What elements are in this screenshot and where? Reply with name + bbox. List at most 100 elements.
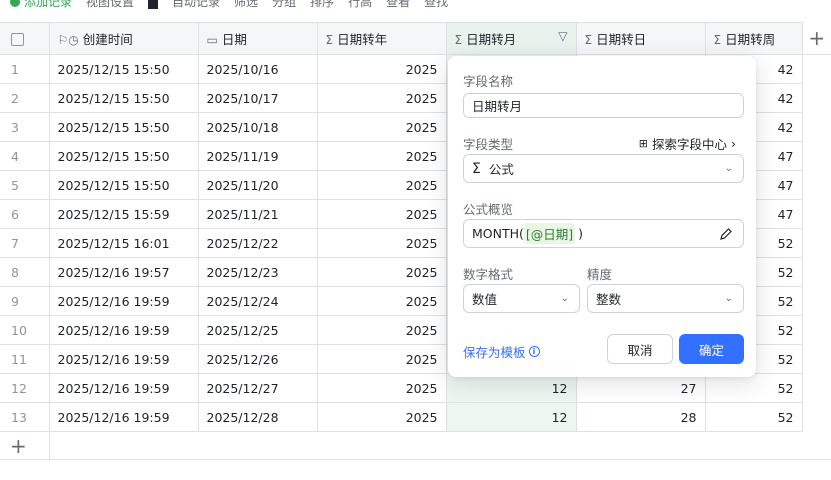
cell-created[interactable]: 2025/12/15 15:50 bbox=[49, 112, 199, 142]
grid-icon: ⊞ bbox=[638, 137, 648, 150]
precision-label: 精度 bbox=[587, 267, 613, 282]
cell-idx[interactable]: 1 bbox=[0, 54, 50, 84]
precision-select[interactable]: 整数 ⌄ bbox=[587, 284, 744, 313]
cell-idx[interactable]: 5 bbox=[0, 170, 50, 200]
cell-idx[interactable]: 2 bbox=[0, 83, 50, 113]
cancel-button[interactable]: 取消 bbox=[607, 334, 673, 364]
chevron-down-icon: ⌄ bbox=[560, 293, 569, 304]
cell-idx[interactable]: 13 bbox=[0, 402, 50, 432]
cell-created[interactable]: 2025/12/15 15:50 bbox=[49, 170, 199, 200]
add-column-button[interactable]: + bbox=[802, 22, 831, 55]
column-header-year[interactable]: Σ 日期转年 bbox=[317, 22, 447, 55]
table-row[interactable]: 12 2025/12/16 19:59 2025/12/27 2025 12 27 52 bbox=[0, 373, 831, 403]
cell-date[interactable]: 2025/12/25 bbox=[198, 315, 318, 345]
cell-year[interactable]: 2025 bbox=[317, 170, 447, 200]
cell-date[interactable]: 2025/12/27 bbox=[198, 373, 318, 403]
cell-year[interactable]: 2025 bbox=[317, 257, 447, 287]
cell-idx[interactable]: 6 bbox=[0, 199, 50, 229]
toolbar-search[interactable]: 查找 bbox=[424, 0, 448, 10]
divider bbox=[49, 432, 50, 460]
cell-created[interactable]: 2025/12/16 19:59 bbox=[49, 402, 199, 432]
row-spacer bbox=[802, 287, 831, 316]
cell-date[interactable]: 2025/10/17 bbox=[198, 83, 318, 113]
cell-date[interactable]: 2025/12/23 bbox=[198, 257, 318, 287]
cell-date[interactable]: 2025/12/28 bbox=[198, 402, 318, 432]
toolbar-row-height[interactable]: 行高 bbox=[348, 0, 372, 10]
cell-year[interactable]: 2025 bbox=[317, 315, 447, 345]
cell-date[interactable]: 2025/11/20 bbox=[198, 170, 318, 200]
cell-date[interactable]: 2025/10/18 bbox=[198, 112, 318, 142]
cell-date[interactable]: 2025/12/26 bbox=[198, 344, 318, 374]
field-name-input[interactable]: 日期转月 bbox=[463, 93, 744, 118]
cell-day[interactable]: 27 bbox=[576, 373, 706, 403]
toolbar-group[interactable]: 分组 bbox=[272, 0, 296, 10]
cell-idx[interactable]: 8 bbox=[0, 257, 50, 287]
cell-idx[interactable]: 12 bbox=[0, 373, 50, 403]
column-header-created-time[interactable]: ⚐◷ 创建时间 bbox=[49, 22, 199, 55]
cell-idx[interactable]: 11 bbox=[0, 344, 50, 374]
cell-idx[interactable]: 7 bbox=[0, 228, 50, 258]
cell-created[interactable]: 2025/12/15 15:50 bbox=[49, 141, 199, 171]
cell-date[interactable]: 2025/10/16 bbox=[198, 54, 318, 84]
cell-created[interactable]: 2025/12/16 19:59 bbox=[49, 315, 199, 345]
toolbar-sort[interactable]: 排序 bbox=[310, 0, 334, 10]
cell-year[interactable]: 2025 bbox=[317, 402, 447, 432]
chevron-right-icon: › bbox=[731, 136, 736, 151]
cell-date[interactable]: 2025/11/19 bbox=[198, 141, 318, 171]
add-row-button[interactable]: + bbox=[10, 434, 27, 458]
column-header-date[interactable]: ▭ 日期 bbox=[198, 22, 318, 55]
cell-year[interactable]: 2025 bbox=[317, 141, 447, 171]
column-header-month[interactable]: Σ 日期转月 ▽ bbox=[446, 22, 577, 55]
header-row: ⚐◷ 创建时间 ▭ 日期 Σ 日期转年 Σ 日期转月 ▽ Σ 日期转日 Σ 日期转周 + bbox=[0, 22, 831, 55]
explore-field-center-link[interactable]: ⊞ 探索字段中心 › bbox=[639, 134, 736, 153]
save-as-template-link[interactable]: 保存为模板 i bbox=[463, 342, 540, 361]
cell-week[interactable]: 52 bbox=[705, 373, 803, 403]
select-all-checkbox[interactable] bbox=[0, 22, 50, 55]
cell-day[interactable]: 28 bbox=[576, 402, 706, 432]
column-header-day[interactable]: Σ 日期转日 bbox=[576, 22, 706, 55]
cell-created[interactable]: 2025/12/15 15:50 bbox=[49, 83, 199, 113]
number-format-select[interactable]: 数值 ⌄ bbox=[463, 284, 580, 313]
cell-year[interactable]: 2025 bbox=[317, 228, 447, 258]
cell-year[interactable]: 2025 bbox=[317, 373, 447, 403]
cell-year[interactable]: 2025 bbox=[317, 344, 447, 374]
cell-idx[interactable]: 3 bbox=[0, 112, 50, 142]
cell-idx[interactable]: 10 bbox=[0, 315, 50, 345]
row-spacer bbox=[802, 316, 831, 345]
cell-date[interactable]: 2025/12/22 bbox=[198, 228, 318, 258]
cell-created[interactable]: 2025/12/16 19:59 bbox=[49, 344, 199, 374]
toolbar-auto-record[interactable]: 自动记录 bbox=[172, 0, 220, 10]
table-row[interactable]: 13 2025/12/16 19:59 2025/12/28 2025 12 28 52 bbox=[0, 402, 831, 432]
cell-idx[interactable]: 9 bbox=[0, 286, 50, 316]
toolbar-view[interactable]: 查看 bbox=[386, 0, 410, 10]
toolbar-color[interactable] bbox=[148, 0, 159, 10]
plus-icon: + bbox=[808, 26, 826, 51]
cell-month[interactable]: 12 bbox=[446, 402, 577, 432]
cell-week[interactable]: 52 bbox=[705, 402, 803, 432]
formula-input[interactable]: MONTH( [@日期] ) bbox=[463, 219, 744, 248]
cell-created[interactable]: 2025/12/16 19:59 bbox=[49, 286, 199, 316]
cell-date[interactable]: 2025/12/24 bbox=[198, 286, 318, 316]
chevron-down-icon: ⌄ bbox=[724, 163, 733, 174]
toolbar-view-settings[interactable]: 视图设置 bbox=[86, 0, 134, 10]
confirm-button[interactable]: 确定 bbox=[679, 334, 744, 364]
cell-idx[interactable]: 4 bbox=[0, 141, 50, 171]
cell-created[interactable]: 2025/12/16 19:57 bbox=[49, 257, 199, 287]
cell-created[interactable]: 2025/12/16 19:59 bbox=[49, 373, 199, 403]
cell-year[interactable]: 2025 bbox=[317, 112, 447, 142]
filter-icon[interactable]: ▽ bbox=[558, 29, 567, 43]
field-type-select[interactable]: Σ 公式 ⌄ bbox=[463, 154, 744, 183]
pencil-icon[interactable] bbox=[719, 227, 733, 244]
cell-year[interactable]: 2025 bbox=[317, 54, 447, 84]
column-header-week[interactable]: Σ 日期转周 bbox=[705, 22, 803, 55]
cell-created[interactable]: 2025/12/15 15:59 bbox=[49, 199, 199, 229]
cell-month[interactable]: 12 bbox=[446, 373, 577, 403]
cell-created[interactable]: 2025/12/15 15:50 bbox=[49, 54, 199, 84]
cell-year[interactable]: 2025 bbox=[317, 83, 447, 113]
toolbar-add-record[interactable]: 添加记录 bbox=[10, 0, 72, 10]
cell-created[interactable]: 2025/12/15 16:01 bbox=[49, 228, 199, 258]
cell-year[interactable]: 2025 bbox=[317, 286, 447, 316]
cell-year[interactable]: 2025 bbox=[317, 199, 447, 229]
cell-date[interactable]: 2025/11/21 bbox=[198, 199, 318, 229]
toolbar-filter[interactable]: 筛选 bbox=[234, 0, 258, 10]
